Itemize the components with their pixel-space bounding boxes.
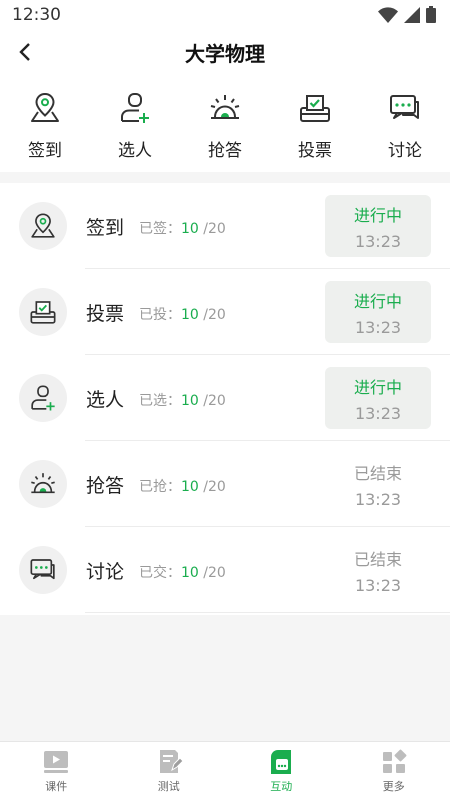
stat-prefix: 已选：	[139, 393, 181, 409]
stat-prefix: 已抢：	[139, 479, 181, 495]
document-edit-icon	[159, 750, 183, 773]
stat-prefix: 已交：	[139, 565, 181, 581]
activity-list: 签到 已签：10 /20 进行中 13:23 投票 已投：10 /20 进行中 …	[0, 183, 450, 615]
tab-interaction[interactable]: 互动	[225, 742, 338, 800]
activity-title: 签到	[86, 217, 125, 239]
status-badge: 进行中 13:23	[325, 195, 431, 257]
nav-bar: 大学物理	[0, 30, 450, 78]
status-time: 13:23	[354, 489, 402, 509]
activity-row-pick-person[interactable]: 选人 已选：10 /20 进行中 13:23	[0, 355, 450, 441]
stat-total: /20	[203, 393, 226, 409]
grid-more-icon	[382, 749, 407, 773]
activity-row-discussion[interactable]: 讨论 已交：10 /20 已结束 13:23	[0, 527, 450, 613]
quick-actions-bar: 签到 选人 抢答 投票 讨论	[0, 78, 450, 172]
ballot-box-icon	[28, 297, 58, 327]
activity-icon-circle	[19, 546, 67, 594]
activity-icon-circle	[19, 202, 67, 250]
tab-label: 测试	[157, 780, 180, 793]
tab-courseware[interactable]: 课件	[0, 742, 113, 800]
stat-count: 10	[181, 307, 199, 323]
tab-label: 课件	[45, 780, 68, 793]
status-text: 已结束	[353, 463, 402, 483]
status-text: 进行中	[353, 291, 402, 311]
chat-bubble-icon	[28, 555, 58, 585]
stat-total: /20	[203, 565, 226, 581]
status-time: 13:23	[354, 231, 402, 251]
activity-stat: 已抢：10 /20	[139, 476, 226, 496]
quick-action-checkin[interactable]: 签到	[0, 78, 90, 172]
stat-count: 10	[181, 479, 199, 495]
person-add-icon	[28, 383, 58, 413]
status-time: 13:23	[354, 317, 402, 337]
activity-title: 讨论	[86, 561, 125, 583]
activity-icon-circle	[19, 374, 67, 422]
video-play-icon	[44, 751, 69, 773]
quick-action-pick-person[interactable]: 选人	[90, 78, 180, 172]
chat-bubble-icon	[387, 90, 423, 126]
activity-icon-circle	[19, 288, 67, 336]
activity-stat: 已投：10 /20	[139, 304, 226, 324]
activity-title: 选人	[86, 389, 125, 411]
status-badge: 进行中 13:23	[325, 367, 431, 429]
quick-action-vote[interactable]: 投票	[270, 78, 360, 172]
stat-count: 10	[181, 393, 199, 409]
quick-action-label: 选人	[118, 141, 152, 161]
activity-stat: 已选：10 /20	[139, 390, 226, 410]
tab-more[interactable]: 更多	[338, 742, 450, 800]
activity-row-checkin[interactable]: 签到 已签：10 /20 进行中 13:23	[0, 183, 450, 269]
quick-action-quick-answer[interactable]: 抢答	[180, 78, 270, 172]
tab-test[interactable]: 测试	[113, 742, 226, 800]
location-pin-icon	[28, 211, 58, 241]
bottom-tab-bar: 课件 测试 互动 更多	[0, 741, 450, 800]
quick-action-label: 讨论	[388, 141, 422, 161]
stat-total: /20	[203, 479, 226, 495]
quick-action-discussion[interactable]: 讨论	[360, 78, 450, 172]
person-add-icon	[117, 90, 153, 126]
status-text: 进行中	[353, 205, 402, 225]
status-badge: 进行中 13:23	[325, 281, 431, 343]
status-time: 13:23	[354, 403, 402, 423]
activity-stat: 已交：10 /20	[139, 562, 226, 582]
ballot-box-icon	[297, 90, 333, 126]
tab-label: 互动	[270, 780, 293, 793]
status-bar: 12:30	[0, 0, 450, 30]
signal-icon	[404, 6, 420, 23]
tab-label: 更多	[382, 780, 405, 793]
stat-total: /20	[203, 221, 226, 237]
wifi-icon	[378, 6, 398, 23]
buzzer-icon	[207, 90, 243, 126]
interaction-icon	[271, 750, 292, 774]
status-badge: 已结束 13:23	[325, 539, 431, 601]
stat-prefix: 已投：	[139, 307, 181, 323]
stat-prefix: 已签：	[139, 221, 181, 237]
status-badge: 已结束 13:23	[325, 453, 431, 515]
location-pin-icon	[27, 90, 63, 126]
stat-total: /20	[203, 307, 226, 323]
quick-action-label: 签到	[28, 141, 62, 161]
status-time: 13:23	[354, 575, 402, 595]
activity-icon-circle	[19, 460, 67, 508]
status-text: 已结束	[353, 549, 402, 569]
quick-action-label: 投票	[298, 141, 332, 161]
row-divider	[85, 612, 450, 613]
activity-row-vote[interactable]: 投票 已投：10 /20 进行中 13:23	[0, 269, 450, 355]
buzzer-icon	[28, 469, 58, 499]
quick-action-label: 抢答	[208, 141, 242, 161]
activity-row-quick-answer[interactable]: 抢答 已抢：10 /20 已结束 13:23	[0, 441, 450, 527]
status-text: 进行中	[353, 377, 402, 397]
status-icons	[378, 6, 436, 23]
page-title: 大学物理	[185, 42, 265, 66]
activity-title: 抢答	[86, 475, 125, 497]
activity-stat: 已签：10 /20	[139, 218, 226, 238]
stat-count: 10	[181, 565, 199, 581]
stat-count: 10	[181, 221, 199, 237]
status-time: 12:30	[12, 5, 61, 25]
battery-icon	[426, 6, 436, 23]
activity-title: 投票	[86, 303, 125, 325]
